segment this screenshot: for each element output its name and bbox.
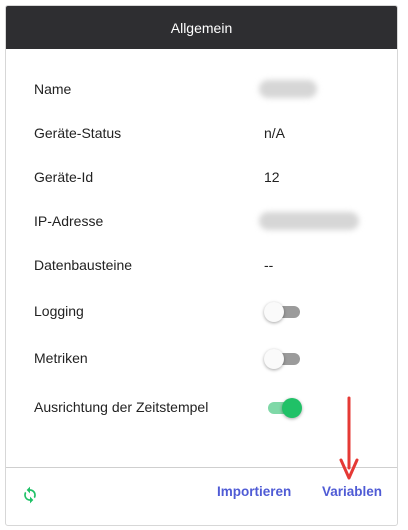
row-name: Name bbox=[34, 77, 397, 101]
row-device-status: Geräte-Status n/A bbox=[34, 121, 397, 145]
data-blocks-value: -- bbox=[264, 257, 274, 273]
row-ip-address: IP-Adresse bbox=[34, 209, 397, 233]
logging-label: Logging bbox=[34, 303, 84, 319]
row-device-id: Geräte-Id 12 bbox=[34, 165, 397, 189]
timestamp-toggle-thumb bbox=[282, 398, 302, 418]
logging-toggle-thumb bbox=[264, 302, 284, 322]
metrics-toggle-thumb bbox=[264, 349, 284, 369]
timestamp-alignment-label: Ausrichtung der Zeitstempel bbox=[34, 399, 209, 415]
device-status-value: n/A bbox=[264, 125, 286, 141]
card-header: Allgemein bbox=[6, 6, 397, 49]
row-metrics: Metriken bbox=[34, 346, 397, 370]
timestamp-alignment-toggle[interactable] bbox=[264, 397, 302, 418]
metrics-toggle[interactable] bbox=[264, 348, 300, 369]
ip-address-value-redacted bbox=[259, 212, 359, 230]
device-id-value: 12 bbox=[264, 169, 280, 185]
refresh-icon[interactable] bbox=[20, 485, 40, 505]
device-status-label: Geräte-Status bbox=[34, 125, 122, 141]
row-logging: Logging bbox=[34, 299, 397, 323]
red-arrow-annotation bbox=[339, 396, 359, 480]
logging-toggle[interactable] bbox=[264, 301, 300, 322]
variables-button[interactable]: Variablen bbox=[322, 484, 382, 499]
name-value-redacted bbox=[259, 80, 317, 98]
name-label: Name bbox=[34, 81, 72, 97]
device-id-label: Geräte-Id bbox=[34, 169, 94, 185]
import-button[interactable]: Importieren bbox=[217, 484, 291, 499]
settings-card: Allgemein Name Geräte-Status n/A Geräte-… bbox=[5, 5, 398, 526]
data-blocks-label: Datenbausteine bbox=[34, 257, 133, 273]
ip-address-label: IP-Adresse bbox=[34, 213, 104, 229]
card-title: Allgemein bbox=[170, 19, 233, 36]
metrics-label: Metriken bbox=[34, 350, 88, 366]
row-data-blocks: Datenbausteine -- bbox=[34, 253, 397, 277]
